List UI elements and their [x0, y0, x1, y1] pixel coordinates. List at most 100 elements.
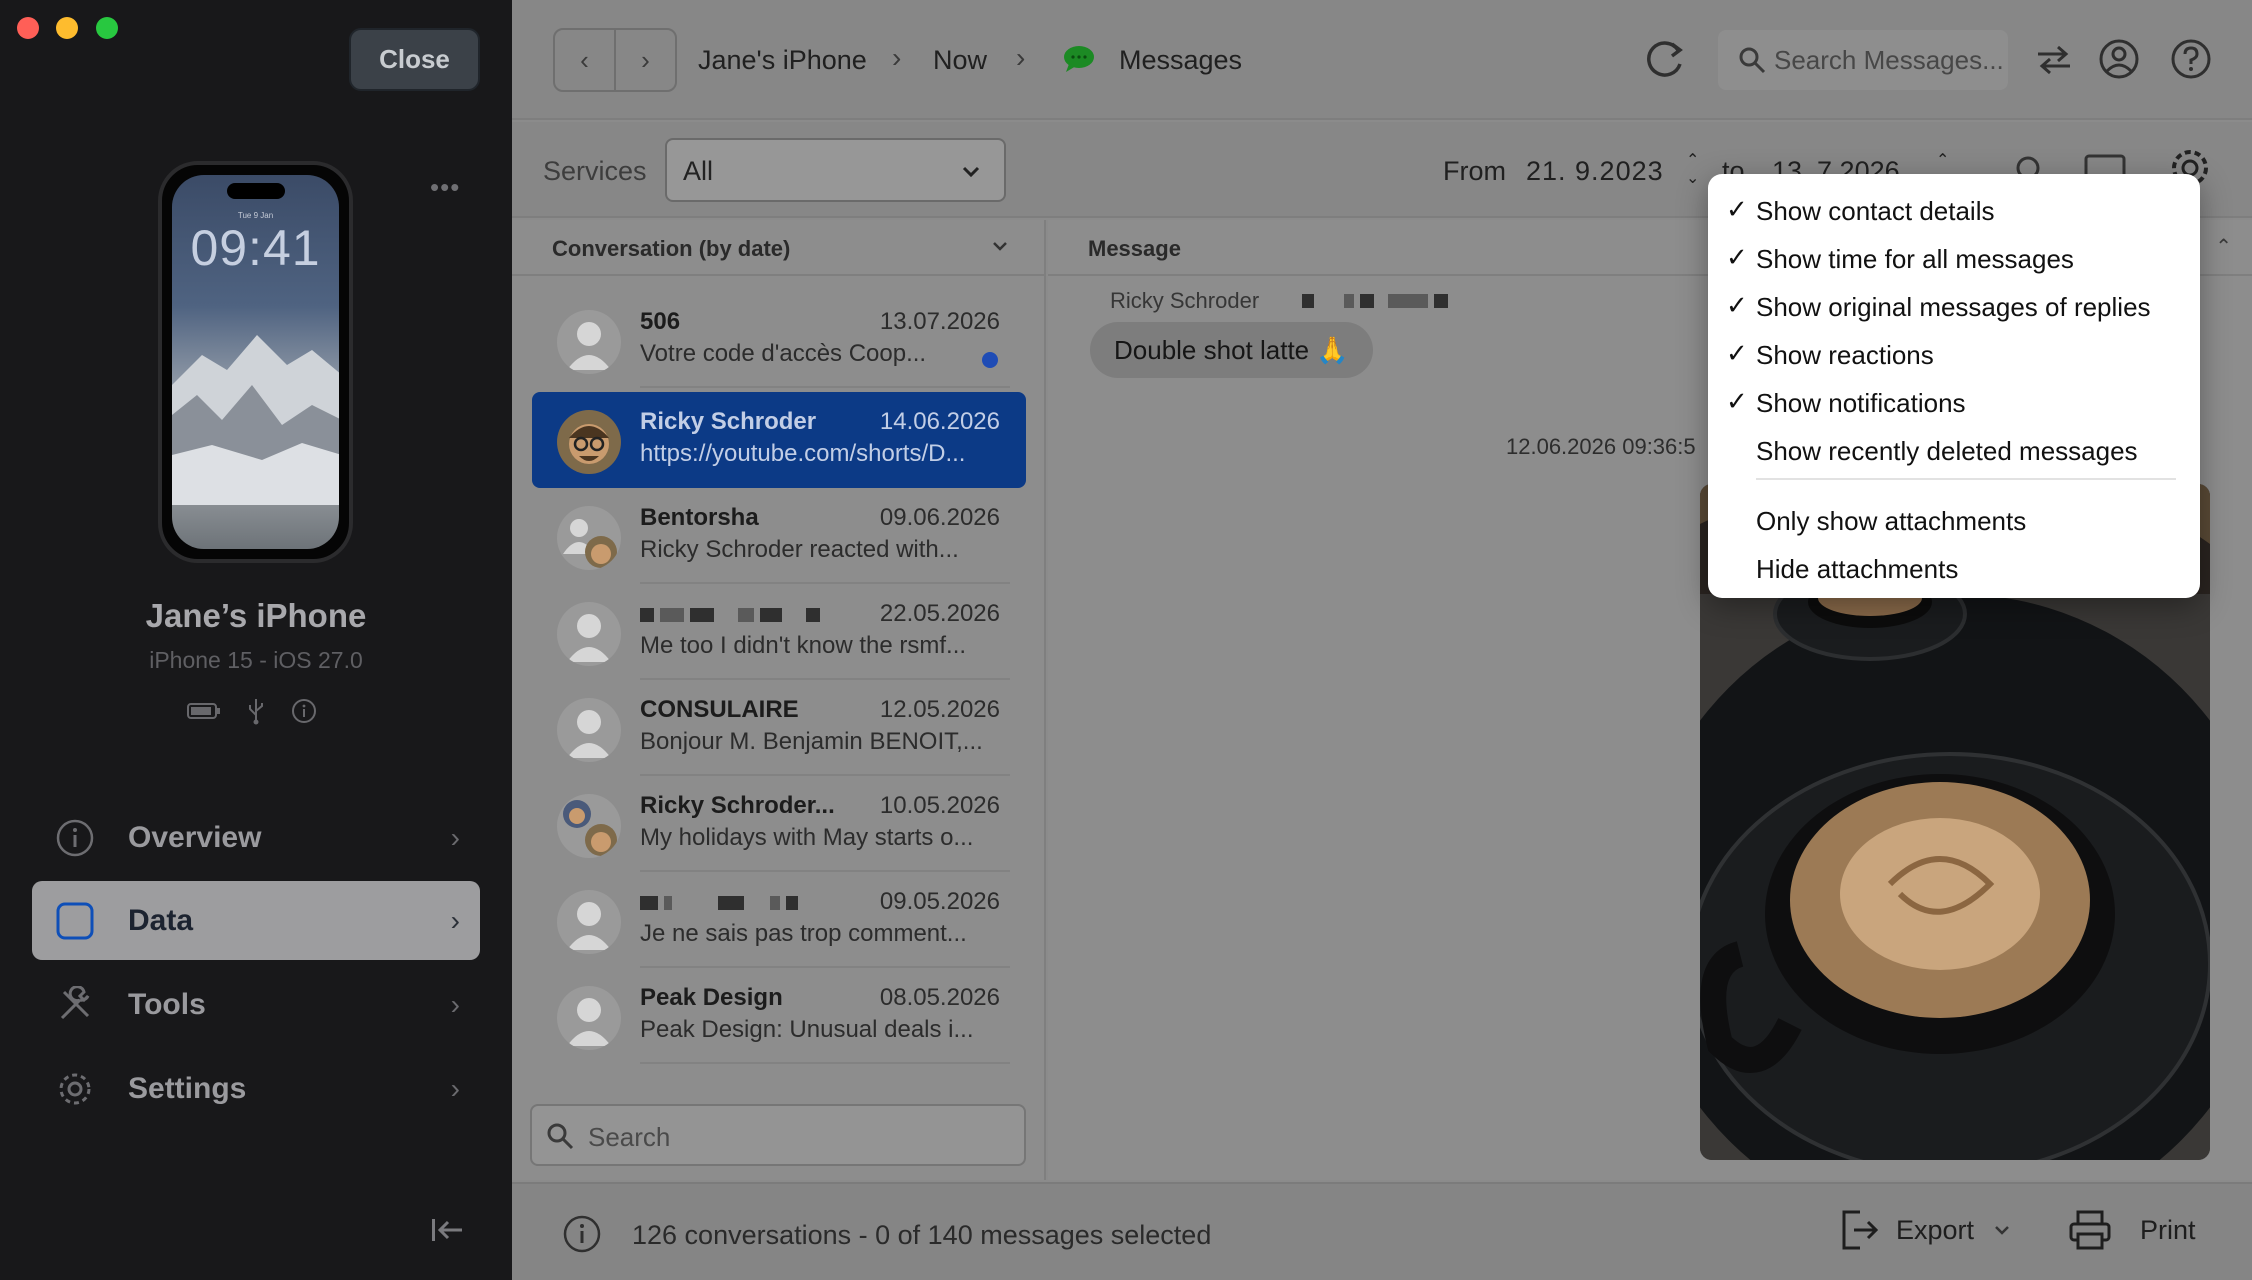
menu-divider: [1756, 478, 2176, 480]
conversation-date: 12.05.2026: [879, 696, 1000, 723]
search-icon: [1739, 47, 1766, 74]
menu-item-label: Show notifications: [1756, 388, 1966, 418]
printer-icon: [2069, 1210, 2111, 1250]
breadcrumb-device[interactable]: Jane's iPhone: [698, 45, 867, 76]
sidebar-item-overview[interactable]: Overview ›: [32, 798, 480, 877]
sidebar-item-data[interactable]: Data ›: [32, 881, 480, 960]
export-label: Export: [1896, 1214, 1975, 1245]
conversation-row[interactable]: 09.05.2026 Je ne sais pas trop comment..…: [532, 872, 1026, 968]
conversation-date: 14.06.2026: [879, 408, 1000, 435]
menu-item-label: Show time for all messages: [1756, 244, 2074, 274]
from-date-stepper[interactable]: ⌃ ⌄: [1686, 152, 1699, 188]
row-divider: [640, 1062, 1010, 1064]
back-button[interactable]: ‹: [555, 30, 616, 90]
conversation-name: CONSULAIRE: [640, 696, 799, 723]
menu-item-show-recently-deleted[interactable]: Show recently deleted messages: [1708, 428, 2200, 472]
search-messages-input[interactable]: Search Messages...: [1718, 30, 2008, 90]
services-select[interactable]: All: [665, 138, 1006, 202]
from-date-field[interactable]: 21. 9.2023: [1526, 156, 1664, 187]
print-button[interactable]: Print: [2068, 1208, 2196, 1252]
collapse-sidebar-icon[interactable]: [430, 1216, 464, 1244]
chevron-right-icon: ›: [892, 42, 902, 73]
conversation-name: Ricky Schroder: [640, 408, 817, 435]
more-options-icon[interactable]: •••: [430, 172, 460, 203]
conversation-row[interactable]: Peak Design 08.05.2026 Peak Design: Unus…: [532, 968, 1026, 1064]
data-square-icon: [56, 902, 94, 940]
conversation-date: 08.05.2026: [879, 984, 1000, 1011]
search-icon: [547, 1123, 574, 1150]
view-options-menu: ✓ Show contact details ✓ Show time for a…: [1708, 174, 2200, 598]
gear-icon: [56, 1070, 94, 1108]
conversation-row[interactable]: Bentorsha 09.06.2026 Ricky Schroder reac…: [532, 488, 1026, 584]
chevron-right-icon: ›: [450, 904, 460, 936]
avatar: [557, 602, 621, 666]
info-icon[interactable]: [291, 698, 317, 724]
conversation-preview: Je ne sais pas trop comment...: [640, 920, 967, 947]
menu-item-label: Only show attachments: [1756, 506, 2027, 536]
message-header-label: Message: [1088, 236, 1181, 261]
sidebar-item-label: Tools: [128, 987, 206, 1021]
forward-button[interactable]: ›: [616, 30, 675, 90]
row-divider: [640, 386, 1010, 388]
export-button[interactable]: Export: [1840, 1208, 2012, 1252]
sidebar-item-tools[interactable]: Tools ›: [32, 965, 480, 1044]
chevron-down-icon: [962, 166, 980, 178]
chevron-right-icon: ›: [450, 821, 460, 853]
message-timestamp: 12.06.2026 09:36:5: [1506, 434, 1696, 459]
conversation-column-header[interactable]: Conversation (by date): [512, 220, 1046, 276]
window-close-dot[interactable]: [17, 17, 39, 39]
checkmark-icon: ✓: [1726, 338, 1748, 368]
toolbar: ‹ › Jane's iPhone › Now › Messages Searc…: [512, 0, 2252, 120]
breadcrumb-messages[interactable]: Messages: [1119, 45, 1242, 76]
window-minimize-dot[interactable]: [56, 17, 78, 39]
conversation-preview: My holidays with May starts o...: [640, 824, 974, 851]
conversation-preview: Votre code d'accès Coop...: [640, 340, 927, 367]
device-model: iPhone 15 - iOS 27.0: [149, 647, 363, 673]
menu-item-show-reactions[interactable]: ✓ Show reactions: [1708, 332, 2200, 376]
sidebar-item-label: Settings: [128, 1071, 247, 1105]
conversation-date: 22.05.2026: [879, 600, 1000, 627]
account-icon[interactable]: [2098, 38, 2140, 80]
chevron-up-icon: ⌃: [2215, 236, 2232, 258]
chevron-right-icon: ›: [450, 1072, 460, 1104]
device-status-icons: [187, 697, 317, 725]
avatar: [557, 890, 621, 954]
lock-screen-time: 09:41: [190, 220, 321, 276]
conversation-preview: Peak Design: Unusual deals i...: [640, 1016, 974, 1043]
swap-icon[interactable]: [2034, 44, 2074, 76]
conversation-date: 10.05.2026: [879, 792, 1000, 819]
info-icon[interactable]: [562, 1214, 602, 1254]
checkmark-icon: ✓: [1726, 386, 1748, 416]
conversation-row[interactable]: 506 13.07.2026 Votre code d'accès Coop..…: [532, 292, 1026, 388]
menu-item-show-time[interactable]: ✓ Show time for all messages: [1708, 236, 2200, 280]
conversation-row[interactable]: Ricky Schroder... 10.05.2026 My holidays…: [532, 776, 1026, 872]
conversation-row[interactable]: Ricky Schroder 14.06.2026 https://youtub…: [532, 392, 1026, 488]
menu-item-show-notifications[interactable]: ✓ Show notifications: [1708, 380, 2200, 424]
conversation-name: Ricky Schroder...: [640, 792, 835, 819]
menu-item-only-show-attachments[interactable]: Only show attachments: [1708, 498, 2200, 542]
close-button[interactable]: Close: [349, 28, 480, 91]
menu-item-hide-attachments[interactable]: Hide attachments: [1708, 546, 2200, 590]
conversation-row[interactable]: 22.05.2026 Me too I didn't know the rsmf…: [532, 584, 1026, 680]
menu-item-show-original-replies[interactable]: ✓ Show original messages of replies: [1708, 284, 2200, 328]
search-placeholder: Search: [588, 1122, 671, 1152]
window-zoom-dot[interactable]: [96, 17, 118, 39]
avatar: [557, 986, 621, 1050]
conversation-search-input[interactable]: Search: [530, 1104, 1026, 1166]
menu-item-show-contact-details[interactable]: ✓ Show contact details: [1708, 188, 2200, 232]
conversation-preview: Me too I didn't know the rsmf...: [640, 632, 967, 659]
checkmark-icon: ✓: [1726, 242, 1748, 272]
conversation-row[interactable]: CONSULAIRE 12.05.2026 Bonjour M. Benjami…: [532, 680, 1026, 776]
history-navigation: ‹ ›: [553, 28, 677, 92]
print-label: Print: [2140, 1214, 2196, 1245]
menu-item-label: Show recently deleted messages: [1756, 436, 2138, 466]
conversation-preview: https://youtube.com/shorts/D...: [640, 440, 966, 467]
help-icon[interactable]: [2170, 38, 2212, 80]
sidebar-item-settings[interactable]: Settings ›: [32, 1049, 480, 1128]
redacted-conversation-name: [640, 600, 826, 628]
conversation-date: 09.06.2026: [879, 504, 1000, 531]
refresh-icon[interactable]: [1642, 36, 1688, 82]
breadcrumb-backup[interactable]: Now: [933, 45, 987, 76]
mountain-wallpaper: [172, 335, 339, 505]
message-bubble[interactable]: Double shot latte 🙏: [1090, 322, 1373, 378]
